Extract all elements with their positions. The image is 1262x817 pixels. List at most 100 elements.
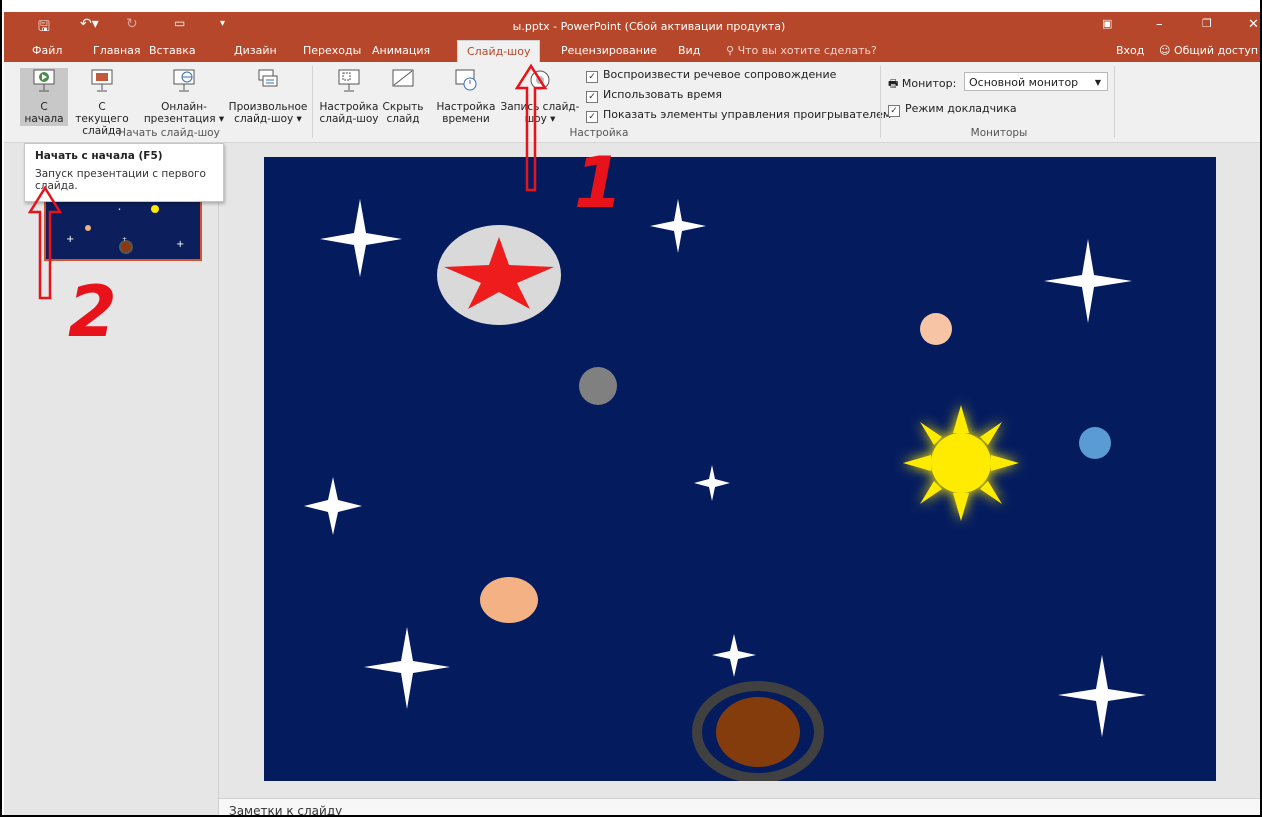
hide-slide-button[interactable]: Скрыть слайд <box>382 68 424 125</box>
close-icon[interactable]: ✕ <box>1248 17 1259 32</box>
custom-line2: слайд-шоу ▾ <box>234 113 302 125</box>
group-separator <box>312 66 313 138</box>
ribbon-display-options-icon[interactable]: ▣ <box>1102 17 1112 30</box>
tab-file[interactable]: Файл <box>32 44 62 57</box>
custom-line1: Произвольное <box>228 101 308 113</box>
tab-slideshow[interactable]: Слайд-шоу <box>457 40 541 63</box>
start-group-label: Начать слайд-шоу <box>118 127 220 139</box>
checkmark-icon: ✓ <box>888 105 900 117</box>
tab-transitions[interactable]: Переходы <box>303 44 361 57</box>
planet-orange <box>480 577 538 623</box>
from-beginning-line2: начала <box>24 113 64 125</box>
setup-group-label: Настройка <box>569 127 629 139</box>
tab-view[interactable]: Вид <box>678 44 700 57</box>
hide-slide-icon <box>392 69 414 87</box>
narration-checkbox[interactable]: ✓ Воспроизвести речевое сопровождение <box>586 68 836 83</box>
from-beginning-line1: С <box>40 101 48 113</box>
rehearse-timings-button[interactable]: Настройка времени <box>434 68 498 125</box>
star-sparkle <box>650 199 706 253</box>
tab-insert[interactable]: Вставка <box>149 44 196 57</box>
tooltip-body: Запуск презентации с первого слайда. <box>35 168 206 192</box>
customize-qat-icon[interactable]: ▾ <box>220 18 225 29</box>
setup-slideshow-icon <box>338 69 360 92</box>
tab-home[interactable]: Главная <box>93 44 141 57</box>
planet-gray <box>579 367 617 405</box>
hide-slide-line1: Скрыть <box>382 101 424 113</box>
planet-blue <box>1079 427 1111 459</box>
tell-me-box[interactable]: ⚲ Что вы хотите сделать? <box>726 44 877 57</box>
online-line2: презентация ▾ <box>143 113 225 125</box>
slideshow-play-icon <box>33 69 55 92</box>
monitors-group-label: Мониторы <box>970 127 1028 139</box>
top-strip <box>2 0 1260 12</box>
slide-artwork <box>304 199 1146 783</box>
minimize-icon[interactable]: – <box>1156 17 1163 32</box>
notes-pane[interactable]: Заметки к слайду <box>219 798 1260 817</box>
custom-slideshow-icon <box>258 69 278 87</box>
from-beginning-button[interactable]: С начала <box>20 68 68 126</box>
from-current-line1: С текущего <box>75 101 129 125</box>
star-sparkle <box>320 199 402 277</box>
record-slideshow-button[interactable]: Запись слайд- шоу ▾ <box>500 68 580 125</box>
hide-slide-line2: слайд <box>386 113 420 125</box>
save-icon[interactable]: 🖫 <box>38 16 50 40</box>
slide-canvas[interactable] <box>264 157 1216 783</box>
title-bar: 🖫 ↶▾ ↻ ▭ ▾ ы.pptx - PowerPoint (Сбой акт… <box>4 12 1260 40</box>
monitor-icon: 🖶 <box>888 77 902 90</box>
svg-text:+: + <box>176 239 184 250</box>
redo-icon[interactable]: ↻ <box>126 16 138 32</box>
group-separator <box>1114 66 1115 138</box>
checkmark-icon: ✓ <box>586 91 598 103</box>
setup-show-line1: Настройка <box>319 101 379 113</box>
setup-slideshow-button[interactable]: Настройка слайд-шоу <box>318 68 380 125</box>
slideshow-current-icon <box>91 69 113 92</box>
svg-text:+: + <box>122 236 127 243</box>
tab-animations[interactable]: Анимация <box>372 44 430 57</box>
star-sparkle <box>712 634 756 677</box>
star-sparkle <box>364 627 450 709</box>
ribbon-tabs: Файл Главная Вставка Дизайн Переходы Ани… <box>4 40 1260 63</box>
person-icon: ☺ <box>1159 44 1174 57</box>
star-sparkle <box>1044 239 1132 323</box>
svg-text:+: + <box>66 234 74 245</box>
sign-in-link[interactable]: Вход <box>1116 44 1144 57</box>
planet-pink <box>920 313 952 345</box>
monitor-label: 🖶 Монитор: <box>888 77 957 90</box>
tab-review[interactable]: Рецензирование <box>561 44 657 57</box>
star-sparkle <box>694 465 730 501</box>
share-button[interactable]: ☺ Общий доступ <box>1159 44 1258 57</box>
record-line2: шоу ▾ <box>524 113 556 125</box>
checkmark-icon: ✓ <box>586 71 598 83</box>
tab-design[interactable]: Дизайн <box>234 44 277 57</box>
planet-brown <box>716 697 800 767</box>
globe-presentation-icon <box>173 69 195 92</box>
star-sparkle <box>1058 655 1146 737</box>
monitor-select[interactable]: Основной монитор ▼ <box>964 72 1108 91</box>
start-from-beginning-qat-icon[interactable]: ▭ <box>174 16 185 30</box>
record-line1: Запись слайд- <box>500 101 580 113</box>
online-presentation-button[interactable]: Онлайн- презентация ▾ <box>142 68 226 125</box>
svg-text:•: • <box>118 207 121 213</box>
checkmark-icon: ✓ <box>586 111 598 123</box>
group-separator <box>880 66 881 138</box>
app-frame: 🖫 ↶▾ ↻ ▭ ▾ ы.pptx - PowerPoint (Сбой акт… <box>0 0 1262 817</box>
star-sparkle <box>304 477 362 535</box>
chevron-down-icon: ▼ <box>1094 78 1101 87</box>
notes-label: Заметки к слайду <box>229 804 343 817</box>
timer-icon <box>455 69 477 91</box>
restore-icon[interactable]: ❐ <box>1202 17 1212 30</box>
setup-show-line2: слайд-шоу <box>319 113 379 125</box>
tooltip: Начать с начала (F5) Запуск презентации … <box>24 143 224 202</box>
use-timings-checkbox[interactable]: ✓ Использовать время <box>586 88 722 103</box>
lightbulb-icon: ⚲ <box>726 44 738 57</box>
record-icon <box>530 70 550 90</box>
custom-slideshow-button[interactable]: Произвольное слайд-шоу ▾ <box>226 68 310 125</box>
ribbon: С начала С текущего слайда Онлайн- презе… <box>4 62 1260 143</box>
tooltip-title: Начать с начала (F5) <box>35 150 163 162</box>
undo-icon[interactable]: ↶▾ <box>80 16 99 32</box>
online-line1: Онлайн- <box>161 101 207 113</box>
rehearse-line1: Настройка <box>436 101 496 113</box>
media-controls-checkbox[interactable]: ✓ Показать элементы управления проигрыват… <box>586 108 891 123</box>
rehearse-line2: времени <box>442 113 490 125</box>
presenter-view-checkbox[interactable]: ✓ Режим докладчика <box>888 102 1017 117</box>
